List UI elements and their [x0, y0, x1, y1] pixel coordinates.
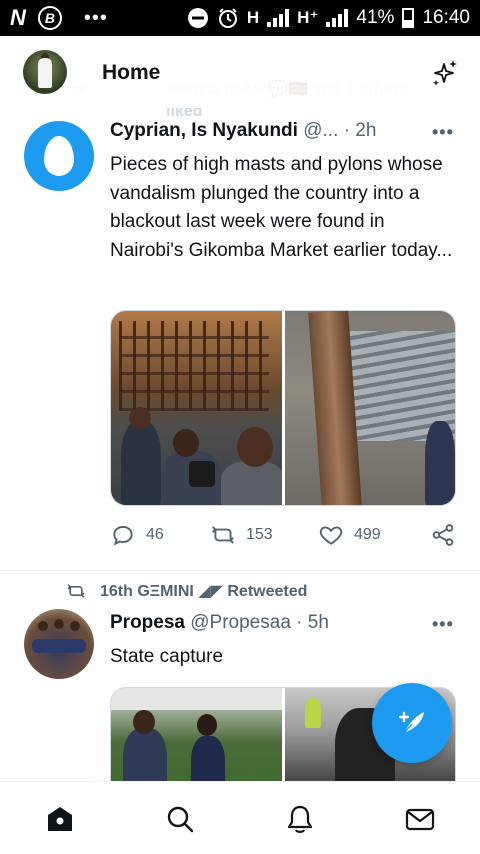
tweet-header: Propesa @Propesaa · 5h — [110, 612, 329, 634]
retweet-indicator: 16th GΞMINI ◢◤ Retweeted — [66, 581, 307, 601]
retweeted-by-text[interactable]: 16th GΞMINI ◢◤ Retweeted — [100, 581, 307, 601]
sparkle-icon[interactable] — [430, 58, 460, 88]
compose-feather-icon — [398, 711, 424, 734]
battery-icon — [402, 8, 415, 28]
media-image-2[interactable] — [284, 311, 455, 505]
home-icon — [48, 807, 72, 831]
heart-icon — [319, 526, 343, 545]
network-type-1: H — [246, 8, 260, 27]
status-bar: N B ••• H H⁺ 41% 16:40 — [0, 0, 480, 36]
media-image-1[interactable] — [111, 311, 282, 505]
n-app-icon: N — [10, 5, 26, 30]
notifications-icon — [287, 805, 313, 833]
signal-icon-1 — [267, 9, 290, 27]
author-name[interactable]: Cyprian, Is Nyakundi — [110, 120, 298, 141]
nav-messages[interactable] — [403, 802, 437, 836]
tweet-text: State capture — [110, 646, 224, 667]
tweet-header: Cyprian, Is Nyakundi @... · 2h — [110, 120, 376, 142]
profile-avatar[interactable] — [23, 50, 67, 94]
author-handle[interactable]: @Propesaa — [190, 612, 291, 633]
retweet-icon — [212, 526, 234, 544]
author-name[interactable]: Propesa — [110, 612, 185, 633]
share-button[interactable] — [430, 522, 456, 548]
search-icon — [167, 806, 194, 833]
retweet-count: 153 — [246, 526, 273, 543]
share-icon — [432, 524, 454, 546]
nav-notifications[interactable] — [283, 802, 317, 836]
tweet-text: Pieces of high masts and pylons whose va… — [110, 154, 453, 261]
tweet-author-avatar[interactable] — [24, 121, 94, 191]
do-not-disturb-icon — [187, 7, 209, 29]
nav-search[interactable] — [163, 802, 197, 836]
compose-tweet-button[interactable] — [372, 683, 452, 763]
nav-home[interactable] — [43, 802, 77, 836]
more-notifications-icon: ••• — [83, 6, 108, 29]
tweet-actions: 46 153 499 — [110, 522, 456, 552]
top-header: Home — [0, 36, 480, 108]
author-handle[interactable]: @... — [303, 120, 338, 141]
reply-icon — [113, 525, 133, 546]
more-options-icon[interactable]: ••• — [432, 122, 454, 143]
retweet-button[interactable]: 153 — [210, 522, 273, 548]
battery-percent: 41% — [356, 7, 395, 28]
b-app-icon: B — [37, 6, 62, 30]
page-title: Home — [102, 61, 161, 84]
tweet-author-avatar[interactable] — [24, 609, 94, 679]
retweet-icon — [67, 584, 85, 598]
reply-button[interactable]: 46 — [110, 522, 164, 548]
network-type-2: H⁺ — [297, 8, 319, 27]
tweet-time: · 5h — [296, 612, 329, 633]
like-button[interactable]: 499 — [318, 522, 381, 548]
bottom-navigation — [0, 781, 480, 854]
more-options-icon[interactable]: ••• — [432, 614, 454, 635]
clock: 16:40 — [422, 7, 470, 28]
tweet-divider — [0, 570, 480, 571]
tweet-time: · 2h — [343, 120, 377, 141]
alarm-icon — [217, 7, 239, 29]
tweet-media[interactable] — [110, 310, 456, 506]
reply-count: 46 — [146, 526, 164, 543]
like-count: 499 — [354, 526, 381, 543]
signal-icon-2 — [326, 9, 349, 27]
messages-icon — [405, 808, 435, 831]
